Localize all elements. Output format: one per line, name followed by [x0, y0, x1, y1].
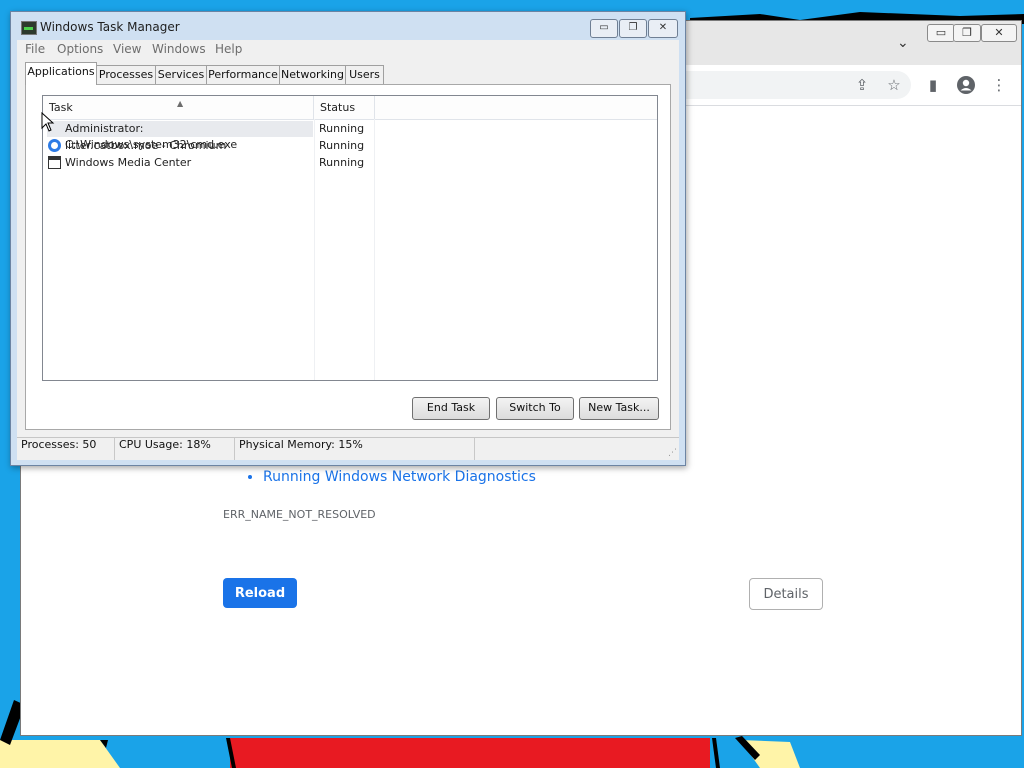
chromium-minimize-button[interactable]: ▭ [927, 24, 955, 42]
task-manager-body: Applications Processes Services Performa… [17, 60, 679, 437]
reload-button[interactable]: Reload [223, 578, 297, 608]
menu-file[interactable]: File [25, 42, 45, 56]
task-name: Windows Media Center [65, 156, 192, 169]
task-manager-icon [21, 21, 37, 35]
menu-help[interactable]: Help [215, 42, 242, 56]
list-header: ▲ Task Status [43, 96, 657, 120]
sort-ascending-icon: ▲ [177, 99, 184, 108]
applications-panel: ▲ Task Status Administrator: C:\Windows\… [25, 84, 671, 430]
star-icon[interactable]: ☆ [882, 73, 906, 97]
tab-networking[interactable]: Networking [279, 65, 346, 85]
task-cell: Administrator: C:\Windows\system32\cmd.e… [47, 121, 313, 151]
chromium-icon [48, 139, 61, 152]
share-icon[interactable]: ⇪ [850, 73, 874, 97]
task-status: Running [319, 122, 365, 135]
status-processes: Processes: 50 [17, 438, 115, 460]
network-diagnostics-link[interactable]: Running Windows Network Diagnostics [263, 467, 536, 487]
sidebar-icon[interactable]: ▮ [921, 73, 945, 97]
column-divider [314, 119, 315, 380]
error-code: ERR_NAME_NOT_RESOLVED [223, 508, 376, 521]
status-bar: Processes: 50 CPU Usage: 18% Physical Me… [17, 437, 679, 460]
close-button[interactable]: ✕ [648, 19, 678, 38]
task-cell: Windows Media Center [47, 155, 313, 171]
menu-view[interactable]: View [113, 42, 141, 56]
task-manager-window: Windows Task Manager ▭ ❐ ✕ File Options … [10, 11, 686, 466]
profile-icon[interactable] [954, 73, 978, 97]
menu-options[interactable]: Options [57, 42, 103, 56]
tab-users[interactable]: Users [345, 65, 384, 85]
task-name: litter.catbox.moe - Chromium [65, 139, 227, 152]
resize-grip-icon[interactable]: ⋰ [668, 448, 677, 458]
window-title: Windows Task Manager [40, 20, 180, 34]
chromium-restore-button[interactable]: ❐ [953, 24, 981, 42]
window-icon [48, 156, 61, 169]
menu-icon[interactable]: ⋮ [987, 73, 1011, 97]
details-button[interactable]: Details [749, 578, 823, 610]
tab-services[interactable]: Services [155, 65, 207, 85]
tab-performance[interactable]: Performance [206, 65, 280, 85]
task-cell: litter.catbox.moe - Chromium [47, 138, 313, 154]
tab-processes[interactable]: Processes [96, 65, 156, 85]
minimize-button[interactable]: ▭ [590, 19, 618, 38]
applications-list[interactable]: ▲ Task Status Administrator: C:\Windows\… [42, 95, 658, 381]
status-physical-memory: Physical Memory: 15% [235, 438, 475, 460]
tab-applications[interactable]: Applications [25, 62, 97, 85]
task-status: Running [319, 139, 365, 152]
menu-windows[interactable]: Windows [152, 42, 206, 56]
new-task-button[interactable]: New Task... [579, 397, 659, 420]
mouse-cursor-icon [41, 112, 55, 132]
chromium-close-button[interactable]: ✕ [981, 24, 1017, 42]
task-status: Running [319, 156, 365, 169]
column-header-task[interactable]: ▲ Task [43, 96, 314, 119]
end-task-button[interactable]: End Task [412, 397, 490, 420]
suggestions-list: Running Windows Network Diagnostics [243, 467, 536, 487]
column-divider [374, 119, 375, 380]
switch-to-button[interactable]: Switch To [496, 397, 574, 420]
status-cpu-usage: CPU Usage: 18% [115, 438, 235, 460]
maximize-button[interactable]: ❐ [619, 19, 647, 38]
chevron-down-icon[interactable]: ⌄ [897, 35, 909, 51]
menu-bar: File Options View Windows Help [17, 40, 679, 60]
column-status-label: Status [320, 101, 356, 114]
column-header-status[interactable]: Status [315, 96, 375, 119]
